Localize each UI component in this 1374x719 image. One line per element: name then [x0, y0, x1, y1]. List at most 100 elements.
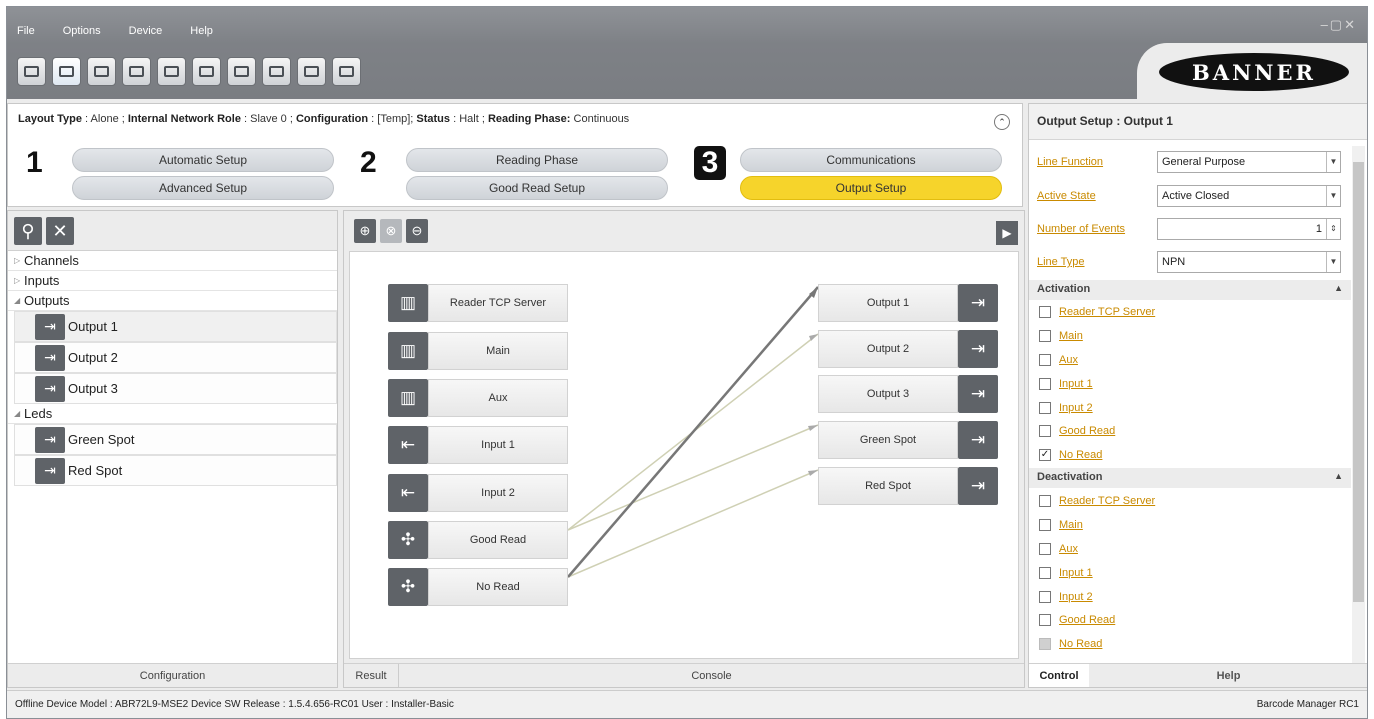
add-connector-icon[interactable]: ⚲ — [14, 217, 42, 245]
checkbox[interactable] — [1039, 425, 1051, 437]
line-type-select[interactable]: NPN ▼ — [1157, 251, 1341, 273]
output-setup-button[interactable]: Output Setup — [740, 176, 1002, 200]
tree-item-red-spot[interactable]: ⇥ Red Spot — [14, 455, 337, 486]
activation-header[interactable]: Activation ▲ — [1029, 280, 1351, 300]
deactivation-item[interactable]: Reader TCP Server — [1039, 491, 1155, 511]
panel-icon[interactable] — [122, 57, 151, 86]
deactivation-item[interactable]: Input 2 — [1039, 587, 1093, 607]
tree-node-outputs[interactable]: ◢ Outputs — [8, 291, 337, 311]
automatic-setup-button[interactable]: Automatic Setup — [72, 148, 334, 172]
activation-item[interactable]: ✓ No Read — [1039, 445, 1102, 465]
activation-item[interactable]: Aux — [1039, 350, 1078, 370]
line-type-label[interactable]: Line Type — [1037, 256, 1157, 268]
properties-scrollbar[interactable] — [1352, 146, 1365, 668]
deactivation-item[interactable]: Input 1 — [1039, 563, 1093, 583]
tree-node-leds[interactable]: ◢ Leds — [8, 404, 337, 424]
delete-icon[interactable]: ✕ — [46, 217, 74, 245]
menu-help[interactable]: Help — [190, 25, 213, 37]
close-icon[interactable]: ✕ — [1344, 17, 1357, 32]
deactivation-header[interactable]: Deactivation ▲ — [1029, 468, 1351, 488]
checkbox[interactable] — [1039, 495, 1051, 507]
reading-phase-button[interactable]: Reading Phase — [406, 148, 668, 172]
tree-node-inputs[interactable]: ▷ Inputs — [8, 271, 337, 291]
target-node-output-3[interactable]: Output 3 ⇥ — [818, 375, 998, 413]
menu-options[interactable]: Options — [63, 25, 101, 37]
activation-item[interactable]: Good Read — [1039, 421, 1115, 441]
zoom-out-icon[interactable]: ⊖ — [406, 219, 428, 243]
source-node-input-2[interactable]: ⇤ Input 2 — [388, 474, 568, 512]
line-function-select[interactable]: General Purpose ▼ — [1157, 151, 1341, 173]
target-node-red-spot[interactable]: Red Spot ⇥ — [818, 467, 998, 505]
menu-device[interactable]: Device — [129, 25, 163, 37]
minimize-icon[interactable]: – — [1321, 17, 1330, 32]
source-node-reader-tcp-server[interactable]: ▥ Reader TCP Server — [388, 284, 568, 322]
line-function-label[interactable]: Line Function — [1037, 156, 1157, 168]
good-read-setup-button[interactable]: Good Read Setup — [406, 176, 668, 200]
active-state-label[interactable]: Active State — [1037, 190, 1157, 202]
image-capture-icon[interactable] — [52, 57, 81, 86]
tree-node-channels[interactable]: ▷ Channels — [8, 251, 337, 271]
deactivation-item[interactable]: Main — [1039, 515, 1083, 535]
play-icon[interactable]: ▶ — [996, 221, 1018, 245]
configuration-tab[interactable]: Configuration — [8, 663, 337, 687]
connection-canvas[interactable]: ▥ Reader TCP Server ▥ Main ▥ Aux ⇤ Input 1 ⇤… — [349, 251, 1019, 659]
tree-item-green-spot[interactable]: ⇥ Green Spot — [14, 424, 337, 455]
checkbox-checked[interactable]: ✓ — [1039, 449, 1051, 461]
target-node-output-2[interactable]: Output 2 ⇥ — [818, 330, 998, 368]
deactivation-item[interactable]: Good Read — [1039, 610, 1115, 630]
checkbox[interactable] — [1039, 354, 1051, 366]
checkbox[interactable] — [1039, 567, 1051, 579]
import-icon[interactable] — [262, 57, 291, 86]
source-node-input-1[interactable]: ⇤ Input 1 — [388, 426, 568, 464]
tab-help[interactable]: Help — [1089, 664, 1367, 687]
user-settings-icon[interactable] — [87, 57, 116, 86]
advanced-setup-button[interactable]: Advanced Setup — [72, 176, 334, 200]
tab-console[interactable]: Console — [399, 664, 1024, 687]
save-config-icon[interactable] — [192, 57, 221, 86]
target-node-output-1[interactable]: Output 1 ⇥ — [818, 284, 998, 322]
checkbox[interactable] — [1039, 402, 1051, 414]
collapse-icon[interactable]: ⌃ — [994, 114, 1010, 130]
tree-item-output-1[interactable]: ⇥ Output 1 — [14, 311, 337, 342]
deactivation-item[interactable]: Aux — [1039, 539, 1078, 559]
source-node-no-read[interactable]: ✣ No Read — [388, 568, 568, 606]
checkbox[interactable] — [1039, 519, 1051, 531]
target-node-green-spot[interactable]: Green Spot ⇥ — [818, 421, 998, 459]
deactivation-item[interactable]: No Read — [1039, 634, 1102, 654]
active-state-select[interactable]: Active Closed ▼ — [1157, 185, 1341, 207]
source-node-aux[interactable]: ▥ Aux — [388, 379, 568, 417]
tree-item-output-2[interactable]: ⇥ Output 2 — [14, 342, 337, 373]
zoom-in-icon[interactable]: ⊕ — [354, 219, 376, 243]
scroll-thumb[interactable] — [1353, 162, 1364, 602]
puzzle-icon: ✣ — [388, 521, 428, 559]
menu-file[interactable]: File — [17, 25, 35, 37]
activation-item[interactable]: Input 2 — [1039, 398, 1093, 418]
checkbox[interactable] — [1039, 614, 1051, 626]
source-node-main[interactable]: ▥ Main — [388, 332, 568, 370]
zoom-toolbar: ⊕ ⊗ ⊖ — [354, 219, 428, 243]
checkbox[interactable] — [1039, 591, 1051, 603]
tree-toolbar: ⚲ ✕ — [8, 211, 337, 251]
communications-button[interactable]: Communications — [740, 148, 1002, 172]
export-icon[interactable] — [227, 57, 256, 86]
save-device-icon[interactable] — [297, 57, 326, 86]
transfer-icon[interactable] — [332, 57, 361, 86]
tab-result[interactable]: Result — [344, 664, 399, 687]
led-icon: ⇥ — [35, 457, 65, 484]
number-of-events-label[interactable]: Number of Events — [1037, 223, 1157, 235]
activation-item[interactable]: Reader TCP Server — [1039, 302, 1155, 322]
tab-control[interactable]: Control — [1029, 664, 1089, 687]
send-config-icon[interactable] — [157, 57, 186, 86]
zoom-reset-icon[interactable]: ⊗ — [380, 219, 402, 243]
maximize-icon[interactable]: ▢ — [1330, 17, 1344, 32]
checkbox[interactable] — [1039, 378, 1051, 390]
activation-item[interactable]: Input 1 — [1039, 374, 1093, 394]
checkbox[interactable] — [1039, 306, 1051, 318]
device-icon[interactable] — [17, 57, 46, 86]
number-of-events-stepper[interactable]: 1 ⇕ — [1157, 218, 1341, 240]
activation-item[interactable]: Main — [1039, 326, 1083, 346]
tree-item-output-3[interactable]: ⇥ Output 3 — [14, 373, 337, 404]
checkbox[interactable] — [1039, 330, 1051, 342]
source-node-good-read[interactable]: ✣ Good Read — [388, 521, 568, 559]
checkbox[interactable] — [1039, 543, 1051, 555]
